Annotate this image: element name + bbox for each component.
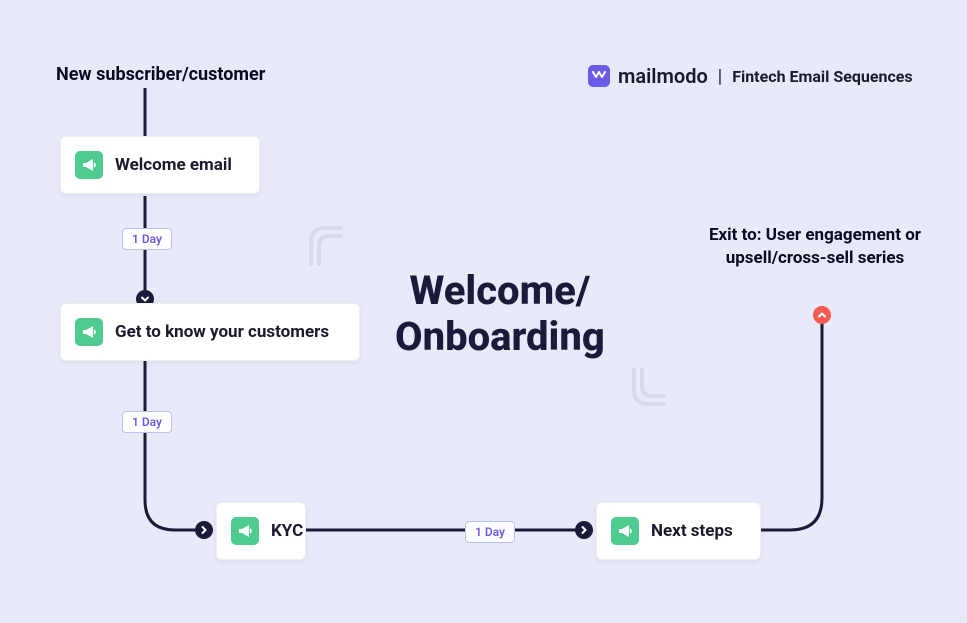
- chevron-right-icon: [575, 521, 593, 539]
- flow-title-line2: Onboarding: [395, 314, 605, 360]
- chevron-up-icon: [813, 306, 831, 324]
- brand-subtitle: Fintech Email Sequences: [732, 67, 912, 86]
- exit-label: Exit to: User engagement or upsell/cross…: [700, 224, 930, 270]
- brand-name: mailmodo: [618, 64, 708, 88]
- node-label: Welcome email: [115, 155, 232, 175]
- delay-badge-2: 1 Day: [122, 411, 172, 433]
- node-next-steps: Next steps: [596, 502, 761, 560]
- megaphone-icon: [231, 517, 259, 545]
- flow-title-line1: Welcome/: [395, 268, 605, 314]
- megaphone-icon: [611, 517, 639, 545]
- brand-block: mailmodo | Fintech Email Sequences: [588, 64, 913, 88]
- delay-badge-1: 1 Day: [122, 228, 172, 250]
- node-welcome-email: Welcome email: [60, 136, 260, 194]
- exit-line2: upsell/cross-sell series: [700, 247, 930, 270]
- decorative-curve-bottom: [630, 366, 670, 411]
- brand-separator: |: [718, 66, 722, 87]
- mailmodo-logo-icon: [588, 65, 610, 87]
- node-label: Get to know your customers: [115, 322, 329, 342]
- megaphone-icon: [75, 318, 103, 346]
- node-label: Next steps: [651, 521, 733, 541]
- megaphone-icon: [75, 151, 103, 179]
- node-label: KYC: [271, 521, 303, 541]
- start-label: New subscriber/customer: [56, 64, 265, 85]
- decorative-curve-top: [305, 222, 345, 267]
- flow-title: Welcome/ Onboarding: [395, 268, 605, 360]
- delay-badge-3: 1 Day: [465, 521, 515, 543]
- chevron-right-icon: [195, 521, 213, 539]
- node-kyc: KYC: [216, 502, 306, 560]
- exit-line1: Exit to: User engagement or: [700, 224, 930, 247]
- node-get-to-know: Get to know your customers: [60, 303, 360, 361]
